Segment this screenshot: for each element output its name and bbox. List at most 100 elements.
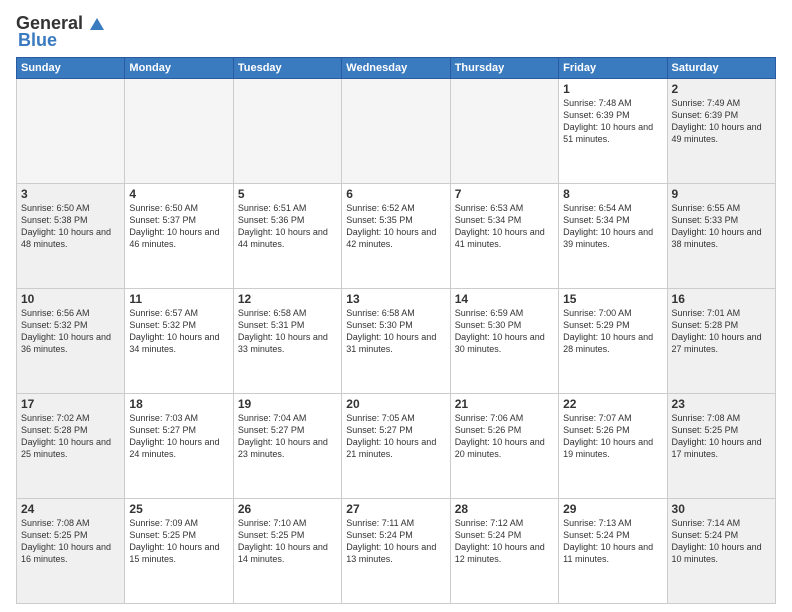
day-info: Sunrise: 7:09 AMSunset: 5:25 PMDaylight:… bbox=[129, 517, 228, 566]
day-cell bbox=[17, 79, 125, 184]
day-cell bbox=[450, 79, 558, 184]
day-cell: 7Sunrise: 6:53 AMSunset: 5:34 PMDaylight… bbox=[450, 184, 558, 289]
week-row-5: 24Sunrise: 7:08 AMSunset: 5:25 PMDayligh… bbox=[17, 499, 776, 604]
day-info: Sunrise: 7:02 AMSunset: 5:28 PMDaylight:… bbox=[21, 412, 120, 461]
day-cell: 11Sunrise: 6:57 AMSunset: 5:32 PMDayligh… bbox=[125, 289, 233, 394]
day-info: Sunrise: 6:55 AMSunset: 5:33 PMDaylight:… bbox=[672, 202, 771, 251]
day-cell: 2Sunrise: 7:49 AMSunset: 6:39 PMDaylight… bbox=[667, 79, 775, 184]
day-info: Sunrise: 7:03 AMSunset: 5:27 PMDaylight:… bbox=[129, 412, 228, 461]
col-header-monday: Monday bbox=[125, 58, 233, 79]
day-cell: 12Sunrise: 6:58 AMSunset: 5:31 PMDayligh… bbox=[233, 289, 341, 394]
logo: General Blue bbox=[16, 12, 109, 51]
day-cell: 24Sunrise: 7:08 AMSunset: 5:25 PMDayligh… bbox=[17, 499, 125, 604]
day-cell: 6Sunrise: 6:52 AMSunset: 5:35 PMDaylight… bbox=[342, 184, 450, 289]
day-cell: 3Sunrise: 6:50 AMSunset: 5:38 PMDaylight… bbox=[17, 184, 125, 289]
day-cell: 17Sunrise: 7:02 AMSunset: 5:28 PMDayligh… bbox=[17, 394, 125, 499]
day-number: 8 bbox=[563, 187, 662, 201]
day-info: Sunrise: 6:54 AMSunset: 5:34 PMDaylight:… bbox=[563, 202, 662, 251]
day-cell bbox=[125, 79, 233, 184]
day-cell: 30Sunrise: 7:14 AMSunset: 5:24 PMDayligh… bbox=[667, 499, 775, 604]
day-number: 30 bbox=[672, 502, 771, 516]
day-cell: 5Sunrise: 6:51 AMSunset: 5:36 PMDaylight… bbox=[233, 184, 341, 289]
calendar-header-row: SundayMondayTuesdayWednesdayThursdayFrid… bbox=[17, 58, 776, 79]
day-info: Sunrise: 7:13 AMSunset: 5:24 PMDaylight:… bbox=[563, 517, 662, 566]
day-info: Sunrise: 7:01 AMSunset: 5:28 PMDaylight:… bbox=[672, 307, 771, 356]
day-number: 6 bbox=[346, 187, 445, 201]
day-info: Sunrise: 6:53 AMSunset: 5:34 PMDaylight:… bbox=[455, 202, 554, 251]
day-cell: 22Sunrise: 7:07 AMSunset: 5:26 PMDayligh… bbox=[559, 394, 667, 499]
day-number: 3 bbox=[21, 187, 120, 201]
day-cell: 14Sunrise: 6:59 AMSunset: 5:30 PMDayligh… bbox=[450, 289, 558, 394]
day-cell: 16Sunrise: 7:01 AMSunset: 5:28 PMDayligh… bbox=[667, 289, 775, 394]
day-info: Sunrise: 7:48 AMSunset: 6:39 PMDaylight:… bbox=[563, 97, 662, 146]
day-cell bbox=[342, 79, 450, 184]
day-cell: 18Sunrise: 7:03 AMSunset: 5:27 PMDayligh… bbox=[125, 394, 233, 499]
col-header-saturday: Saturday bbox=[667, 58, 775, 79]
logo-triangle-icon bbox=[86, 12, 108, 34]
day-info: Sunrise: 7:00 AMSunset: 5:29 PMDaylight:… bbox=[563, 307, 662, 356]
day-info: Sunrise: 6:57 AMSunset: 5:32 PMDaylight:… bbox=[129, 307, 228, 356]
day-cell: 28Sunrise: 7:12 AMSunset: 5:24 PMDayligh… bbox=[450, 499, 558, 604]
week-row-4: 17Sunrise: 7:02 AMSunset: 5:28 PMDayligh… bbox=[17, 394, 776, 499]
col-header-thursday: Thursday bbox=[450, 58, 558, 79]
col-header-friday: Friday bbox=[559, 58, 667, 79]
col-header-tuesday: Tuesday bbox=[233, 58, 341, 79]
day-cell: 4Sunrise: 6:50 AMSunset: 5:37 PMDaylight… bbox=[125, 184, 233, 289]
col-header-wednesday: Wednesday bbox=[342, 58, 450, 79]
day-number: 27 bbox=[346, 502, 445, 516]
day-number: 17 bbox=[21, 397, 120, 411]
day-number: 2 bbox=[672, 82, 771, 96]
day-number: 19 bbox=[238, 397, 337, 411]
day-info: Sunrise: 7:11 AMSunset: 5:24 PMDaylight:… bbox=[346, 517, 445, 566]
day-info: Sunrise: 6:58 AMSunset: 5:31 PMDaylight:… bbox=[238, 307, 337, 356]
day-number: 16 bbox=[672, 292, 771, 306]
day-info: Sunrise: 6:50 AMSunset: 5:38 PMDaylight:… bbox=[21, 202, 120, 251]
day-number: 13 bbox=[346, 292, 445, 306]
day-info: Sunrise: 7:12 AMSunset: 5:24 PMDaylight:… bbox=[455, 517, 554, 566]
day-cell: 26Sunrise: 7:10 AMSunset: 5:25 PMDayligh… bbox=[233, 499, 341, 604]
day-number: 9 bbox=[672, 187, 771, 201]
day-number: 1 bbox=[563, 82, 662, 96]
day-cell: 20Sunrise: 7:05 AMSunset: 5:27 PMDayligh… bbox=[342, 394, 450, 499]
day-number: 14 bbox=[455, 292, 554, 306]
day-info: Sunrise: 6:59 AMSunset: 5:30 PMDaylight:… bbox=[455, 307, 554, 356]
day-info: Sunrise: 7:08 AMSunset: 5:25 PMDaylight:… bbox=[672, 412, 771, 461]
day-number: 21 bbox=[455, 397, 554, 411]
day-cell: 19Sunrise: 7:04 AMSunset: 5:27 PMDayligh… bbox=[233, 394, 341, 499]
day-cell: 27Sunrise: 7:11 AMSunset: 5:24 PMDayligh… bbox=[342, 499, 450, 604]
day-number: 29 bbox=[563, 502, 662, 516]
day-info: Sunrise: 7:14 AMSunset: 5:24 PMDaylight:… bbox=[672, 517, 771, 566]
calendar-table: SundayMondayTuesdayWednesdayThursdayFrid… bbox=[16, 57, 776, 604]
day-cell: 23Sunrise: 7:08 AMSunset: 5:25 PMDayligh… bbox=[667, 394, 775, 499]
day-info: Sunrise: 7:05 AMSunset: 5:27 PMDaylight:… bbox=[346, 412, 445, 461]
day-info: Sunrise: 7:08 AMSunset: 5:25 PMDaylight:… bbox=[21, 517, 120, 566]
day-number: 10 bbox=[21, 292, 120, 306]
day-number: 7 bbox=[455, 187, 554, 201]
day-number: 24 bbox=[21, 502, 120, 516]
header: General Blue bbox=[16, 12, 776, 51]
day-cell: 1Sunrise: 7:48 AMSunset: 6:39 PMDaylight… bbox=[559, 79, 667, 184]
day-number: 4 bbox=[129, 187, 228, 201]
day-number: 5 bbox=[238, 187, 337, 201]
day-info: Sunrise: 7:04 AMSunset: 5:27 PMDaylight:… bbox=[238, 412, 337, 461]
logo-blue: Blue bbox=[18, 30, 57, 51]
day-number: 23 bbox=[672, 397, 771, 411]
day-number: 22 bbox=[563, 397, 662, 411]
day-cell: 29Sunrise: 7:13 AMSunset: 5:24 PMDayligh… bbox=[559, 499, 667, 604]
day-number: 20 bbox=[346, 397, 445, 411]
day-number: 28 bbox=[455, 502, 554, 516]
day-number: 15 bbox=[563, 292, 662, 306]
day-cell: 10Sunrise: 6:56 AMSunset: 5:32 PMDayligh… bbox=[17, 289, 125, 394]
day-number: 12 bbox=[238, 292, 337, 306]
col-header-sunday: Sunday bbox=[17, 58, 125, 79]
day-number: 11 bbox=[129, 292, 228, 306]
day-info: Sunrise: 6:51 AMSunset: 5:36 PMDaylight:… bbox=[238, 202, 337, 251]
day-cell: 8Sunrise: 6:54 AMSunset: 5:34 PMDaylight… bbox=[559, 184, 667, 289]
day-info: Sunrise: 6:58 AMSunset: 5:30 PMDaylight:… bbox=[346, 307, 445, 356]
day-info: Sunrise: 7:49 AMSunset: 6:39 PMDaylight:… bbox=[672, 97, 771, 146]
day-cell: 9Sunrise: 6:55 AMSunset: 5:33 PMDaylight… bbox=[667, 184, 775, 289]
day-number: 25 bbox=[129, 502, 228, 516]
page: General Blue SundayMondayTuesdayWednesda… bbox=[0, 0, 792, 612]
day-cell: 25Sunrise: 7:09 AMSunset: 5:25 PMDayligh… bbox=[125, 499, 233, 604]
day-number: 26 bbox=[238, 502, 337, 516]
